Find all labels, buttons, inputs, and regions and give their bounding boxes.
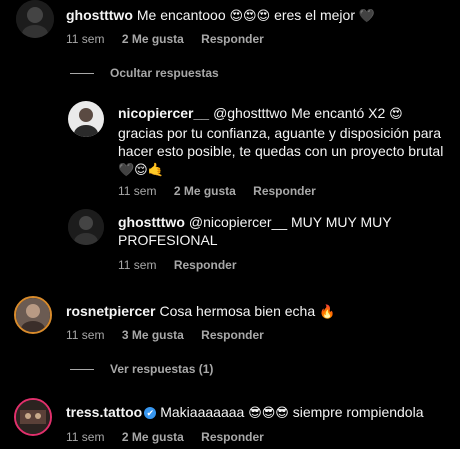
comment-body-continued: eres el mejor — [274, 7, 355, 23]
comment-username[interactable]: ghostttwo — [66, 7, 133, 23]
comment-time: 11 sem — [66, 430, 105, 444]
avatar-image — [16, 400, 50, 434]
comment-text: ghostttwo @nicopiercer__ MUY MUY MUY PROF… — [118, 213, 418, 249]
comment-body: Me encantooo — [136, 7, 226, 23]
comment-text: ghostttwo Me encantooo 😍😍😍 eres el mejor … — [66, 6, 446, 26]
comment-body-continued: gracias por tu confianza, aguante y disp… — [118, 125, 444, 159]
view-replies-label: Ver respuestas (1) — [110, 362, 214, 376]
comment-time: 11 sem — [66, 32, 105, 46]
avatar-tress-tattoo[interactable] — [14, 398, 52, 436]
avatar-rosnetpiercer[interactable] — [14, 296, 52, 334]
divider-line — [70, 72, 94, 74]
reply-button[interactable]: Responder — [253, 184, 316, 198]
reply-button[interactable]: Responder — [201, 32, 264, 46]
verified-badge-icon: ✔ — [144, 407, 157, 420]
reply-button[interactable]: Responder — [201, 328, 264, 342]
comment-time: 11 sem — [118, 184, 157, 198]
comment-meta: 11 sem 2 Me gusta Responder — [66, 32, 278, 46]
comment-text: rosnetpiercer Cosa hermosa bien echa 🔥 — [66, 302, 446, 322]
hide-replies-label: Ocultar respuestas — [110, 66, 219, 80]
divider-line — [70, 368, 94, 370]
comment-username[interactable]: tress.tattoo — [66, 404, 142, 420]
likes-count[interactable]: 3 Me gusta — [122, 328, 184, 342]
likes-count[interactable]: 2 Me gusta — [122, 430, 184, 444]
heart-relieved-hand-emoji-icon: 🖤😌🤙 — [118, 163, 164, 178]
avatar-image — [68, 209, 104, 245]
comment-username[interactable]: rosnetpiercer — [66, 303, 155, 319]
comment-body: @ghostttwo Me encantó X2 — [213, 105, 386, 121]
comment-meta: 11 sem 2 Me gusta Responder — [118, 184, 330, 198]
avatar-image — [16, 0, 54, 38]
heart-eyes-emoji-icon: 😍 — [389, 107, 403, 122]
comment-text: nicopiercer__ @ghostttwo Me encantó X2 😍 … — [118, 104, 448, 180]
comment-time: 11 sem — [118, 258, 157, 272]
comment-body-continued: siempre rompiendola — [292, 404, 424, 420]
comment-meta: 11 sem 3 Me gusta Responder — [66, 328, 278, 342]
black-heart-emoji-icon: 🖤 — [358, 9, 376, 24]
comment-username[interactable]: nicopiercer__ — [118, 105, 209, 121]
likes-count[interactable]: 2 Me gusta — [174, 184, 236, 198]
heart-eyes-emoji-icon: 😍😍😍 — [229, 9, 271, 24]
comment-meta: 11 sem 2 Me gusta Responder — [66, 430, 278, 444]
fire-emoji-icon: 🔥 — [319, 305, 336, 320]
comment-text: tress.tattoo ✔ Makiaaaaaaa 😎😎😎 siempre rom… — [66, 403, 456, 423]
hide-replies-button[interactable]: Ocultar respuestas — [70, 66, 219, 80]
avatar-ghostttwo[interactable] — [16, 0, 54, 38]
view-replies-button[interactable]: Ver respuestas (1) — [70, 362, 213, 376]
comment-body: Cosa hermosa bien echa — [159, 303, 316, 319]
likes-count[interactable]: 2 Me gusta — [122, 32, 184, 46]
sunglasses-emoji-icon: 😎😎😎 — [248, 406, 289, 421]
comment-time: 11 sem — [66, 328, 105, 342]
avatar-ghostttwo[interactable] — [68, 209, 104, 245]
reply-button[interactable]: Responder — [201, 430, 264, 444]
avatar-image — [68, 101, 104, 137]
comment-username[interactable]: ghostttwo — [118, 214, 185, 230]
comment-body: Makiaaaaaaa — [160, 404, 245, 420]
avatar-nicopiercer[interactable] — [68, 101, 104, 137]
avatar-image — [16, 298, 50, 332]
comment-meta: 11 sem Responder — [118, 258, 251, 272]
reply-button[interactable]: Responder — [174, 258, 237, 272]
